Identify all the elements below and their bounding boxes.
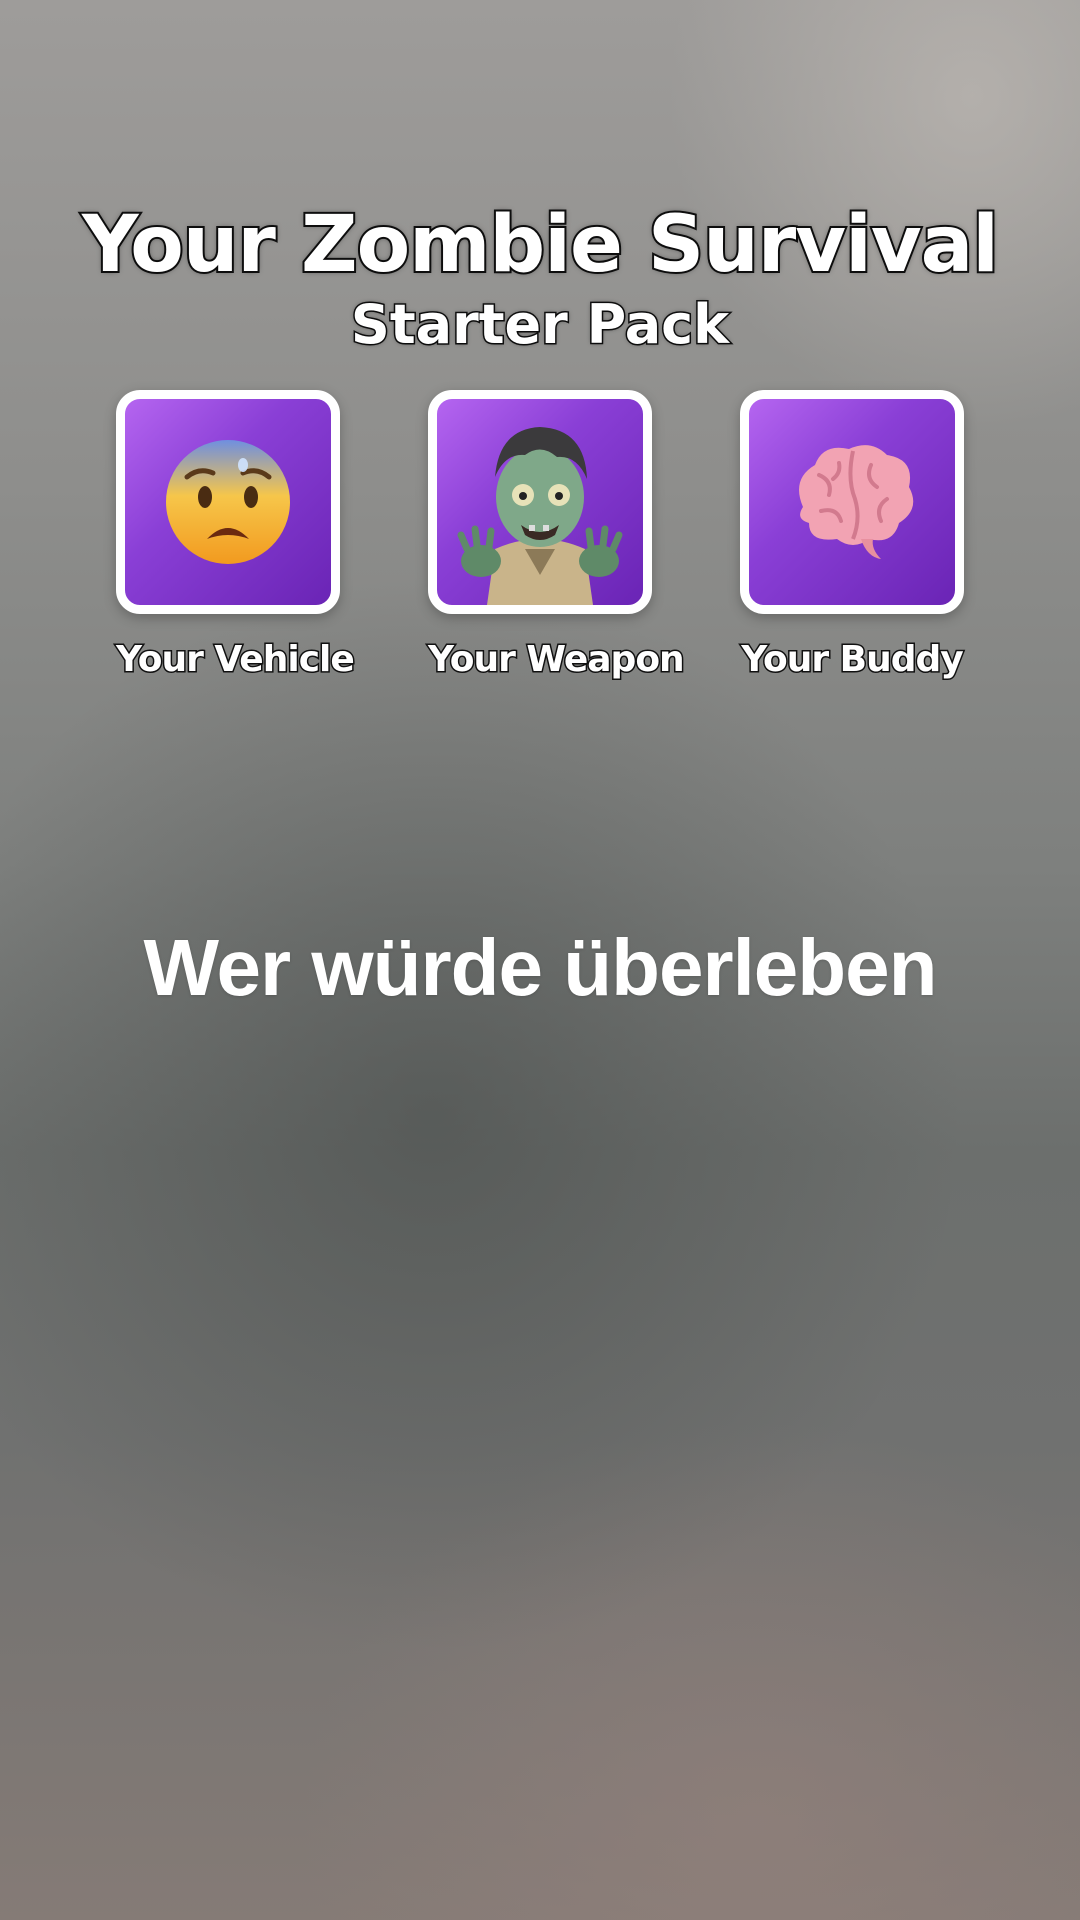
question-text: Wer würde überleben	[143, 923, 937, 1012]
card-label: Your Vehicle	[115, 638, 357, 682]
brain-icon	[799, 445, 914, 559]
card-buddy[interactable]: Your Buddy	[740, 390, 966, 682]
page-title: Your Zombie Survival	[80, 198, 1001, 292]
card-tile[interactable]	[740, 390, 964, 614]
card-vehicle[interactable]: Your Vehicle	[115, 390, 357, 682]
card-label: Your Buddy	[740, 638, 966, 682]
anxious-face-icon	[166, 440, 290, 564]
card-weapon[interactable]: Your Weapon	[427, 390, 687, 682]
title-block: Your Zombie Survival Starter Pack	[0, 198, 1080, 358]
card-tile[interactable]	[116, 390, 340, 614]
zombie-icon	[457, 427, 623, 605]
card-label: Your Weapon	[427, 638, 687, 682]
page-subtitle: Starter Pack	[349, 292, 730, 358]
card-tile[interactable]	[428, 390, 652, 614]
